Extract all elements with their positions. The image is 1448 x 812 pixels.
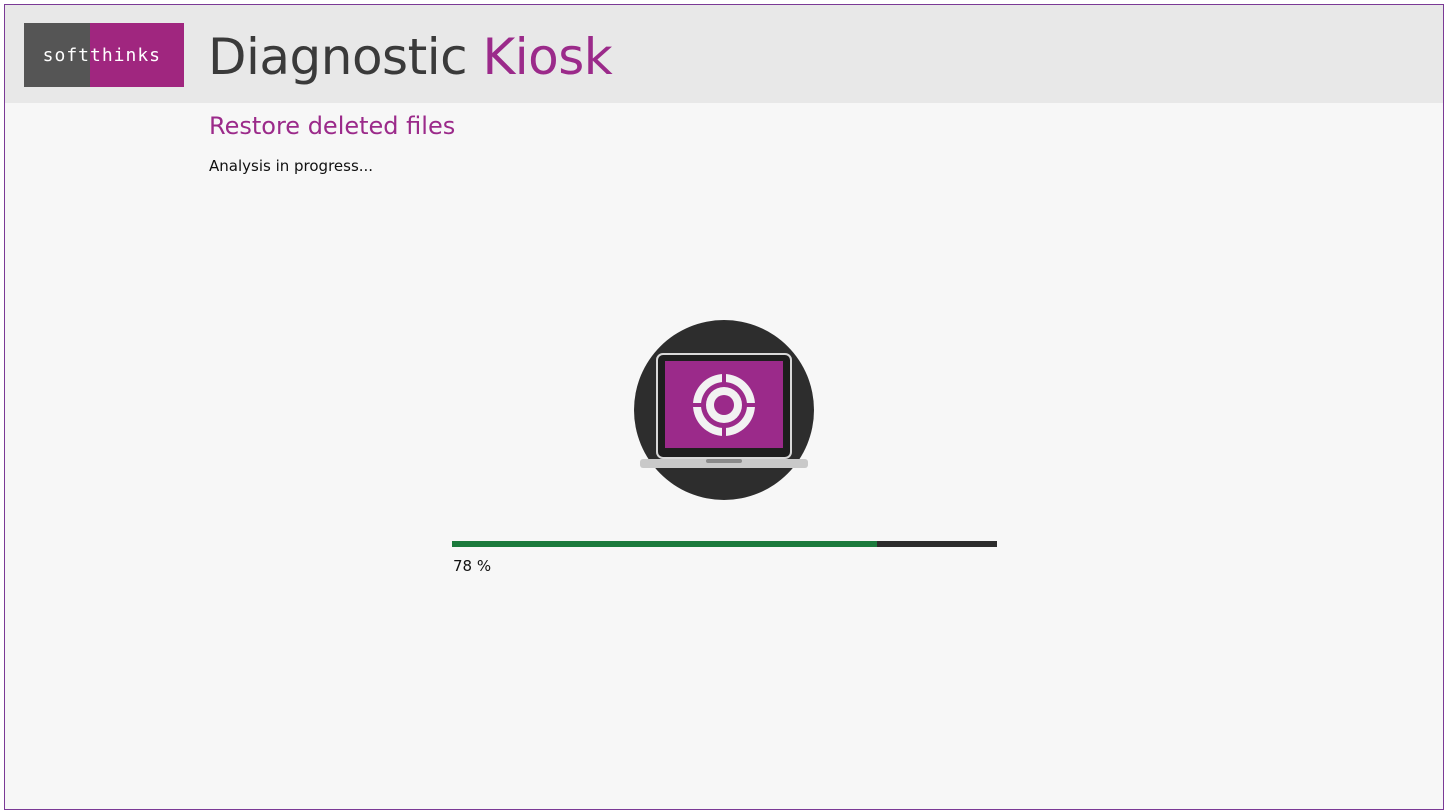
page-title: Restore deleted files xyxy=(209,112,456,140)
header-bar: soft thinks Diagnostic Kiosk xyxy=(5,5,1443,103)
progress-label: 78 % xyxy=(453,557,492,575)
app-title-main: Diagnostic xyxy=(208,28,483,86)
progress-bar xyxy=(452,541,997,547)
laptop-recovery-icon xyxy=(634,320,814,500)
logo-left-part: soft xyxy=(24,23,90,87)
app-title-accent: Kiosk xyxy=(482,28,613,86)
status-text: Analysis in progress... xyxy=(209,157,374,175)
progress-fill xyxy=(452,541,878,547)
logo-right-part: thinks xyxy=(90,23,184,87)
app-title: Diagnostic Kiosk xyxy=(208,27,613,87)
app-window: soft thinks Diagnostic Kiosk Restore del… xyxy=(4,4,1444,810)
softthinks-logo: soft thinks xyxy=(24,23,184,87)
